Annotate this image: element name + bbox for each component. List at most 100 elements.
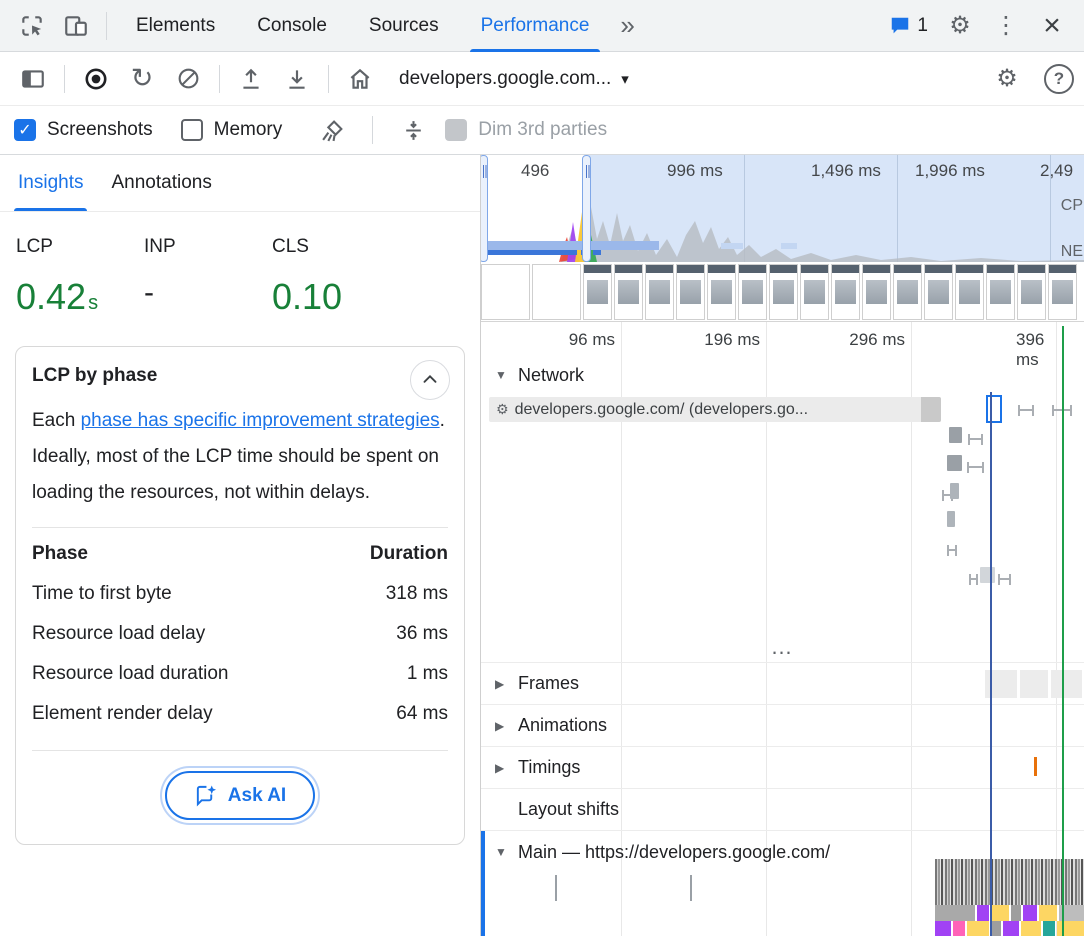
overview-time-label: 1,996 ms [915,161,985,181]
flame-segment[interactable] [935,905,975,921]
selection-left-handle[interactable] [481,155,488,262]
request-whisker[interactable] [998,574,1011,585]
flame-segment[interactable] [1057,921,1084,936]
filmstrip-frame[interactable] [893,264,922,320]
filmstrip-frame[interactable] [800,264,829,320]
network-request-bar[interactable] [980,567,995,583]
help-button[interactable]: ? [1044,64,1074,94]
inspect-element-button[interactable] [10,3,54,49]
ask-ai-button[interactable]: Ask AI [165,771,315,820]
request-whisker[interactable] [1052,405,1072,416]
filmstrip-frame[interactable] [1017,264,1046,320]
request-whisker[interactable] [967,462,984,473]
more-tabs-button[interactable]: » [610,10,644,41]
triangle-down-icon[interactable]: ▼ [495,368,510,382]
flame-segment[interactable] [1011,905,1021,921]
track-frames[interactable]: ▶ Frames [481,662,1084,704]
flame-segment[interactable] [953,921,965,936]
device-toolbar-button[interactable] [54,3,98,49]
track-animations[interactable]: ▶ Animations [481,704,1084,746]
close-devtools-button[interactable]: × [1030,3,1074,49]
improvement-strategies-link[interactable]: phase has specific improvement strategie… [81,410,440,431]
network-track-header[interactable]: ▼ Network [481,358,1084,392]
filmstrip-frame[interactable] [583,264,612,320]
track-main-thread[interactable]: ▼ Main — https://developers.google.com/ [481,830,1084,936]
filmstrip-frame[interactable] [769,264,798,320]
record-button[interactable] [73,56,119,102]
flame-segment[interactable] [1003,921,1019,936]
filmstrip-frame[interactable] [532,264,581,320]
request-whisker[interactable] [969,574,978,585]
tab-sources[interactable]: Sources [348,0,460,52]
triangle-down-icon[interactable]: ▼ [495,845,510,859]
tab-elements[interactable]: Elements [115,0,236,52]
network-request-bar[interactable] [947,511,955,527]
save-profile-button[interactable] [274,56,320,102]
collapse-tracks-button[interactable] [391,107,435,153]
toggle-sidebar-button[interactable] [10,56,56,102]
overview-strip[interactable]: 496 996 ms 1,496 ms 1,996 ms 2,49 CP NE [481,155,1084,262]
timeline-overview[interactable]: 496 996 ms 1,496 ms 1,996 ms 2,49 CP NE [481,155,1084,322]
triangle-right-icon[interactable]: ▶ [495,677,510,691]
network-request-bar[interactable] [949,427,962,443]
filmstrip-frame[interactable] [986,264,1015,320]
filmstrip-frame[interactable] [707,264,736,320]
overview-time-label: 496 [521,161,549,181]
history-dropdown[interactable]: developers.google.com... ▾ [399,68,629,90]
issues-counter-button[interactable]: 1 [881,3,936,49]
filmstrip-frame[interactable] [1048,264,1077,320]
flame-chart-activity[interactable] [935,859,1084,905]
filmstrip-frame[interactable] [645,264,674,320]
tab-insights[interactable]: Insights [4,155,97,211]
flame-segment[interactable] [1021,921,1041,936]
flame-segment[interactable] [935,921,951,936]
filmstrip-frame[interactable] [831,264,860,320]
request-whisker[interactable] [1018,405,1034,416]
filmstrip-frame[interactable] [614,264,643,320]
network-request-bar[interactable]: ⚙ developers.google.com/ (developers.go.… [489,397,941,422]
triangle-right-icon[interactable]: ▶ [495,719,510,733]
record-and-reload-button[interactable]: ↻ [119,56,165,102]
settings-button[interactable]: ⚙ [938,3,982,49]
load-profile-button[interactable] [228,56,274,102]
flame-segment[interactable] [967,921,989,936]
collapse-card-button[interactable] [410,360,450,400]
selection-right-handle[interactable] [582,155,591,262]
track-resizer-handle[interactable]: … [481,640,1084,662]
timing-marker[interactable] [1034,757,1037,776]
filmstrip-frame[interactable] [955,264,984,320]
filmstrip-frame[interactable] [481,264,530,320]
filmstrip-frame[interactable] [676,264,705,320]
metric-cls: CLS 0.10 [272,236,400,318]
network-request-bar[interactable] [947,455,962,471]
dim-3rd-parties-checkbox[interactable]: Dim 3rd parties [445,119,607,141]
flame-segment[interactable] [1043,921,1055,936]
flame-segment[interactable] [977,905,989,921]
track-label: Layout shifts [518,799,619,820]
flame-segment[interactable] [991,905,1009,921]
flame-segment[interactable] [1023,905,1037,921]
selected-request-outline[interactable] [986,395,1002,423]
filmstrip-frame[interactable] [738,264,767,320]
memory-checkbox[interactable]: Memory [181,119,283,141]
triangle-right-icon[interactable]: ▶ [495,761,510,775]
network-request-bar[interactable] [950,483,959,499]
request-whisker[interactable] [947,545,957,556]
filmstrip-frame[interactable] [924,264,953,320]
tab-console[interactable]: Console [236,0,348,52]
kebab-menu-button[interactable]: ⋮ [984,3,1028,49]
request-whisker[interactable] [968,434,983,445]
flame-segment[interactable] [1039,905,1057,921]
capture-settings-button[interactable]: ⚙ [984,56,1030,102]
screenshots-checkbox[interactable]: ✓ Screenshots [14,119,153,141]
track-timings[interactable]: ▶ Timings [481,746,1084,788]
home-button[interactable] [337,56,383,102]
track-layout-shifts[interactable]: Layout shifts [481,788,1084,830]
filmstrip-frame[interactable] [862,264,891,320]
tab-performance[interactable]: Performance [460,0,611,52]
flame-segment[interactable] [991,921,1001,936]
tab-annotations[interactable]: Annotations [97,155,225,211]
garbage-collect-button[interactable] [310,107,354,153]
flame-segment[interactable] [1059,905,1084,921]
clear-button[interactable] [165,56,211,102]
